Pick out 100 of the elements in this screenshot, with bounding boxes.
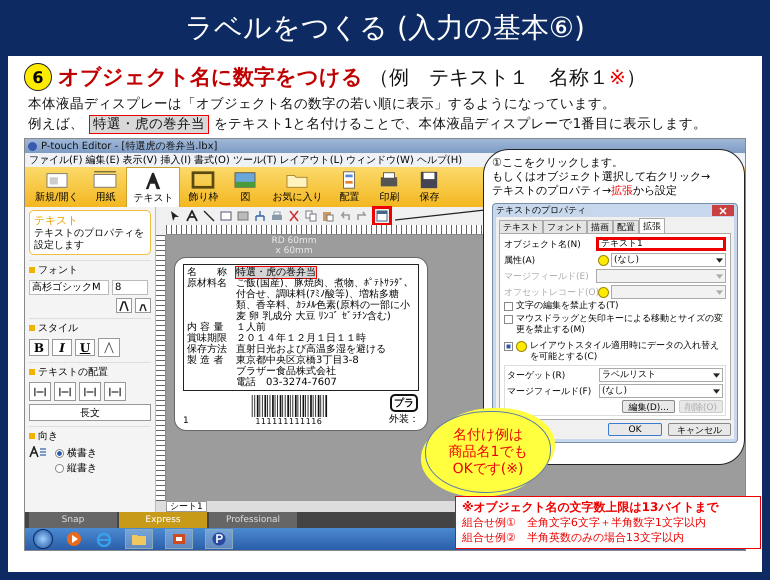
paste-icon[interactable] (321, 209, 335, 223)
object-name-field[interactable]: テキスト1 (596, 237, 726, 251)
letter-a-icon[interactable] (185, 209, 199, 223)
callout-text: もしくはオブジェクト選択して右クリック→ (492, 170, 712, 184)
dialog-button[interactable]: 編集(D)... (622, 400, 675, 413)
checkbox-option[interactable]: レイアウトスタイル適用時にデータの入れ替えを可能とする(C) (504, 341, 726, 363)
menu-item[interactable]: レイアウト(L) (280, 153, 344, 167)
ribbon-button[interactable]: 用紙 (86, 167, 124, 207)
radio-option[interactable]: 縦書き (55, 461, 97, 475)
rectangle-tool-icon[interactable] (219, 209, 233, 223)
menu-item[interactable]: 編集(E) (86, 153, 120, 167)
sheet-tab[interactable]: シート1 (166, 501, 207, 512)
outline-text-icon[interactable] (98, 338, 120, 357)
mode-tab[interactable]: Snap (29, 512, 117, 528)
align-icon[interactable] (29, 382, 51, 401)
window-title: P-touch Editor - [特選虎の巻弁当.lbx] (41, 140, 218, 153)
intro-text: 本体液晶ディスプレーは「オブジェクト名の数字の若い順に表示」するようになっています。 (28, 95, 617, 114)
radio-button[interactable] (55, 464, 64, 472)
ribbon-button[interactable]: 印刷 (370, 167, 408, 207)
label-field-value[interactable]: ブラザー食品株式会社 (236, 366, 336, 377)
dialog-tab[interactable]: 拡張 (639, 218, 665, 233)
menu-item[interactable]: ウィンドウ(W) (346, 153, 414, 167)
line-tool-icon[interactable] (202, 209, 216, 223)
printer-icon[interactable] (270, 209, 284, 223)
dropdown-field[interactable]: (なし) (611, 253, 726, 267)
label-field-value[interactable]: 特選・虎の巻弁当 (236, 267, 316, 278)
label-field-value[interactable]: １人前 (236, 322, 266, 333)
media-size-text: RD 60mm (270, 236, 318, 246)
mode-tab[interactable]: Professional (209, 512, 297, 528)
ribbon-button[interactable]: 保存 (410, 167, 448, 207)
radio-option[interactable]: 横書き (55, 446, 97, 460)
intro-text: をテキスト1と名付けることで、本体液晶ディスプレーで1番目に表示します。 (214, 115, 708, 134)
style-button[interactable]: I (52, 339, 72, 356)
long-text-button[interactable]: 長文 (29, 404, 151, 421)
menu-item[interactable]: ファイル(F) (29, 153, 83, 167)
menu-item[interactable]: ツール(T) (232, 153, 277, 167)
package-text: 外装： (388, 412, 419, 426)
checkbox[interactable] (504, 315, 513, 324)
ribbon-button[interactable]: 新規/開く (29, 167, 84, 207)
align-icon[interactable] (104, 382, 126, 401)
close-icon[interactable] (712, 205, 734, 216)
label-field-value[interactable]: ２０１４年１２月１日１１時 (236, 333, 366, 344)
menu-item[interactable]: 挿入(I) (160, 153, 192, 167)
label-field-value[interactable]: 東京都中央区京橋3丁目3-8 (236, 355, 359, 366)
radio-button[interactable] (55, 448, 64, 458)
step-number-badge: 6 (24, 63, 52, 91)
dropdown-caret-icon (716, 258, 723, 262)
panel-description: テキストのプロパティを設定します (34, 228, 145, 252)
slide-title: ラベルをつくる (入力の基本⑥) (184, 10, 586, 46)
align-icon[interactable] (54, 382, 76, 401)
dialog-button[interactable]: OK (608, 423, 662, 436)
dropdown-field[interactable]: (なし) (599, 384, 723, 398)
ribbon-button[interactable]: 図 (226, 167, 264, 207)
label-field-name: 内 容 量 (187, 322, 224, 333)
media-player-icon[interactable] (65, 530, 83, 548)
dropdown-field[interactable]: ラベルリスト (599, 368, 723, 382)
heading-example: （例 テキスト１ 名称１※） (369, 64, 646, 90)
start-button[interactable] (33, 529, 53, 549)
size-dropdown[interactable]: 8 (112, 280, 148, 295)
dialog-tab[interactable]: フォント (543, 220, 587, 233)
dropdown-caret-icon (716, 274, 723, 278)
ribbon-button[interactable]: お気に入り (266, 167, 328, 207)
label-field-value[interactable]: ご飯(国産)、豚焼肉、煮物、ﾎﾟﾃﾄｻﾗﾀﾞ、付合せ、調味料(ｱﾐﾉ酸等)、増粘多糖類、香辛料、ｶﾗﾒﾙ色素(原料の一部に小麦 卵 乳成分 大豆 ﾘﾝｺﾞ ｾﾞﾗﾁﾝ含む) (236, 278, 415, 322)
text-direction-icon (29, 446, 47, 458)
font-grow-icon[interactable] (116, 298, 132, 313)
tree-tool-icon[interactable] (253, 209, 267, 223)
recycle-mark: プラ (390, 394, 418, 412)
note-text: 組合せ例② 半角英数のみの場合13文字以内 (462, 530, 685, 545)
font-dropdown[interactable]: 高杉ゴシックM (29, 280, 109, 295)
scissors-icon[interactable] (287, 209, 301, 223)
ribbon-button[interactable]: テキスト (126, 167, 180, 207)
checkbox[interactable] (504, 342, 513, 351)
font-shrink-icon[interactable] (135, 298, 151, 313)
style-button[interactable]: B (29, 339, 49, 356)
menu-item[interactable]: 書式(O) (194, 153, 230, 167)
table-tool-icon[interactable] (236, 209, 250, 223)
checkbox-option[interactable]: 文字の編集を禁止する(T) (504, 301, 726, 312)
checkbox[interactable] (504, 302, 513, 311)
dialog-button[interactable]: キャンセル (668, 423, 731, 436)
marker-dot (598, 254, 609, 266)
ribbon-button[interactable]: 飾り枠 (182, 167, 224, 207)
field-label: ターゲット(R) (507, 370, 566, 382)
dialog-tab[interactable]: 配置 (613, 220, 639, 233)
menu-item[interactable]: 表示(V) (122, 153, 158, 167)
field-label: オフセットレコード(O) (504, 286, 596, 298)
dialog-tab[interactable]: テキスト (499, 220, 543, 233)
dropdown-caret-icon (716, 290, 723, 294)
slides-icon[interactable] (165, 529, 193, 549)
note-title: ※オブジェクト名の文字数上限は13バイトまで (462, 500, 720, 515)
label-field-value[interactable]: 電話 03-3274-7607 (236, 377, 337, 388)
dialog-tab[interactable]: 描画 (587, 220, 613, 233)
label-field-value[interactable]: 直射日光および高温多湿を避ける (236, 344, 386, 355)
section-heading: スタイル (38, 322, 78, 335)
checkbox-option[interactable]: マウスドラッグと矢印キーによる移動とサイズの変更を禁止する(M) (504, 314, 726, 336)
style-button[interactable]: U (75, 339, 95, 356)
copy-icon[interactable] (304, 209, 318, 223)
ribbon-button[interactable]: 配置 (330, 167, 368, 207)
align-icon[interactable] (79, 382, 101, 401)
letter-p-icon[interactable] (205, 529, 233, 549)
menu-item[interactable]: ヘルプ(H) (416, 153, 462, 167)
